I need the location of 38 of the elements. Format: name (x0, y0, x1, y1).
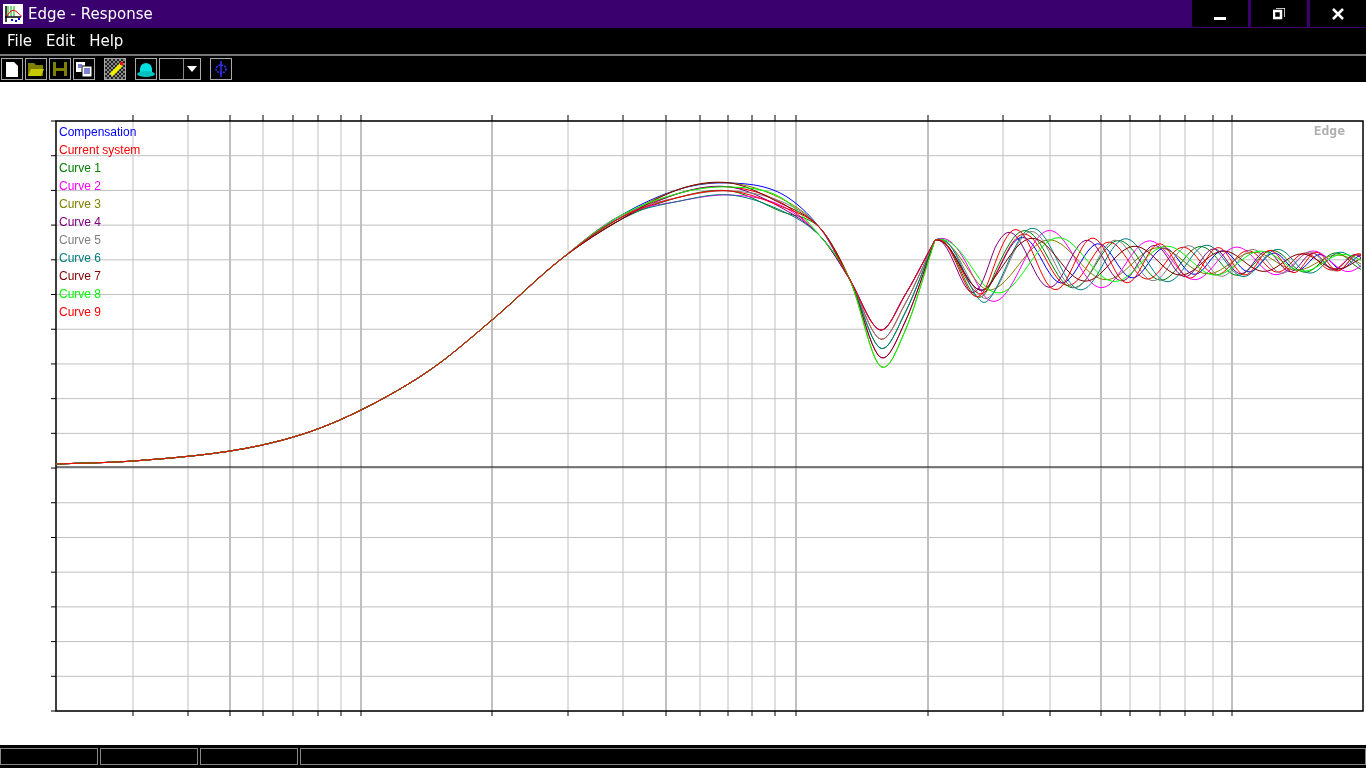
dropdown[interactable] (159, 58, 201, 80)
legend-label: Curve 5 (59, 233, 102, 247)
restore-icon (1273, 7, 1285, 20)
app-chart-icon (3, 4, 23, 24)
close-button[interactable] (1310, 0, 1366, 27)
plot-label: Edge (1313, 123, 1345, 138)
legend-label: Current system (59, 143, 141, 157)
menu-item[interactable]: Help (82, 32, 131, 50)
minimize-icon (1214, 16, 1226, 20)
legend-label: Curve 4 (59, 215, 102, 229)
folder-icon (28, 62, 44, 76)
open-button[interactable] (25, 58, 47, 80)
legend-label: Compensation (59, 125, 137, 139)
minimize-button[interactable] (1192, 0, 1248, 27)
legend-label: Curve 9 (59, 305, 102, 319)
menu-item[interactable]: File (0, 32, 40, 50)
copy-button[interactable] (73, 58, 95, 80)
window-title: Edge - Response (28, 5, 154, 23)
pattern-button[interactable] (104, 58, 126, 80)
legend-label: Curve 1 (59, 161, 102, 175)
legend-label: Curve 6 (59, 251, 102, 265)
phi-icon (214, 61, 228, 77)
menu-item[interactable]: Edit (39, 32, 83, 50)
legend-label: Curve 8 (59, 287, 102, 301)
copy-pages-icon (76, 61, 92, 77)
legend-label: Curve 3 (59, 197, 102, 211)
restore-button[interactable] (1251, 0, 1307, 27)
save-button[interactable] (49, 58, 71, 80)
blob-button[interactable] (135, 58, 157, 80)
legend-label: Curve 7 (59, 269, 102, 283)
legend-label: Curve 2 (59, 179, 102, 193)
blob-icon (136, 61, 156, 77)
file-icon (6, 61, 18, 77)
caret-icon (187, 66, 197, 72)
close-icon (1332, 7, 1344, 20)
pencil-on-checker-icon (105, 59, 125, 79)
new-file-button[interactable] (1, 58, 23, 80)
phi-button[interactable] (210, 58, 232, 80)
